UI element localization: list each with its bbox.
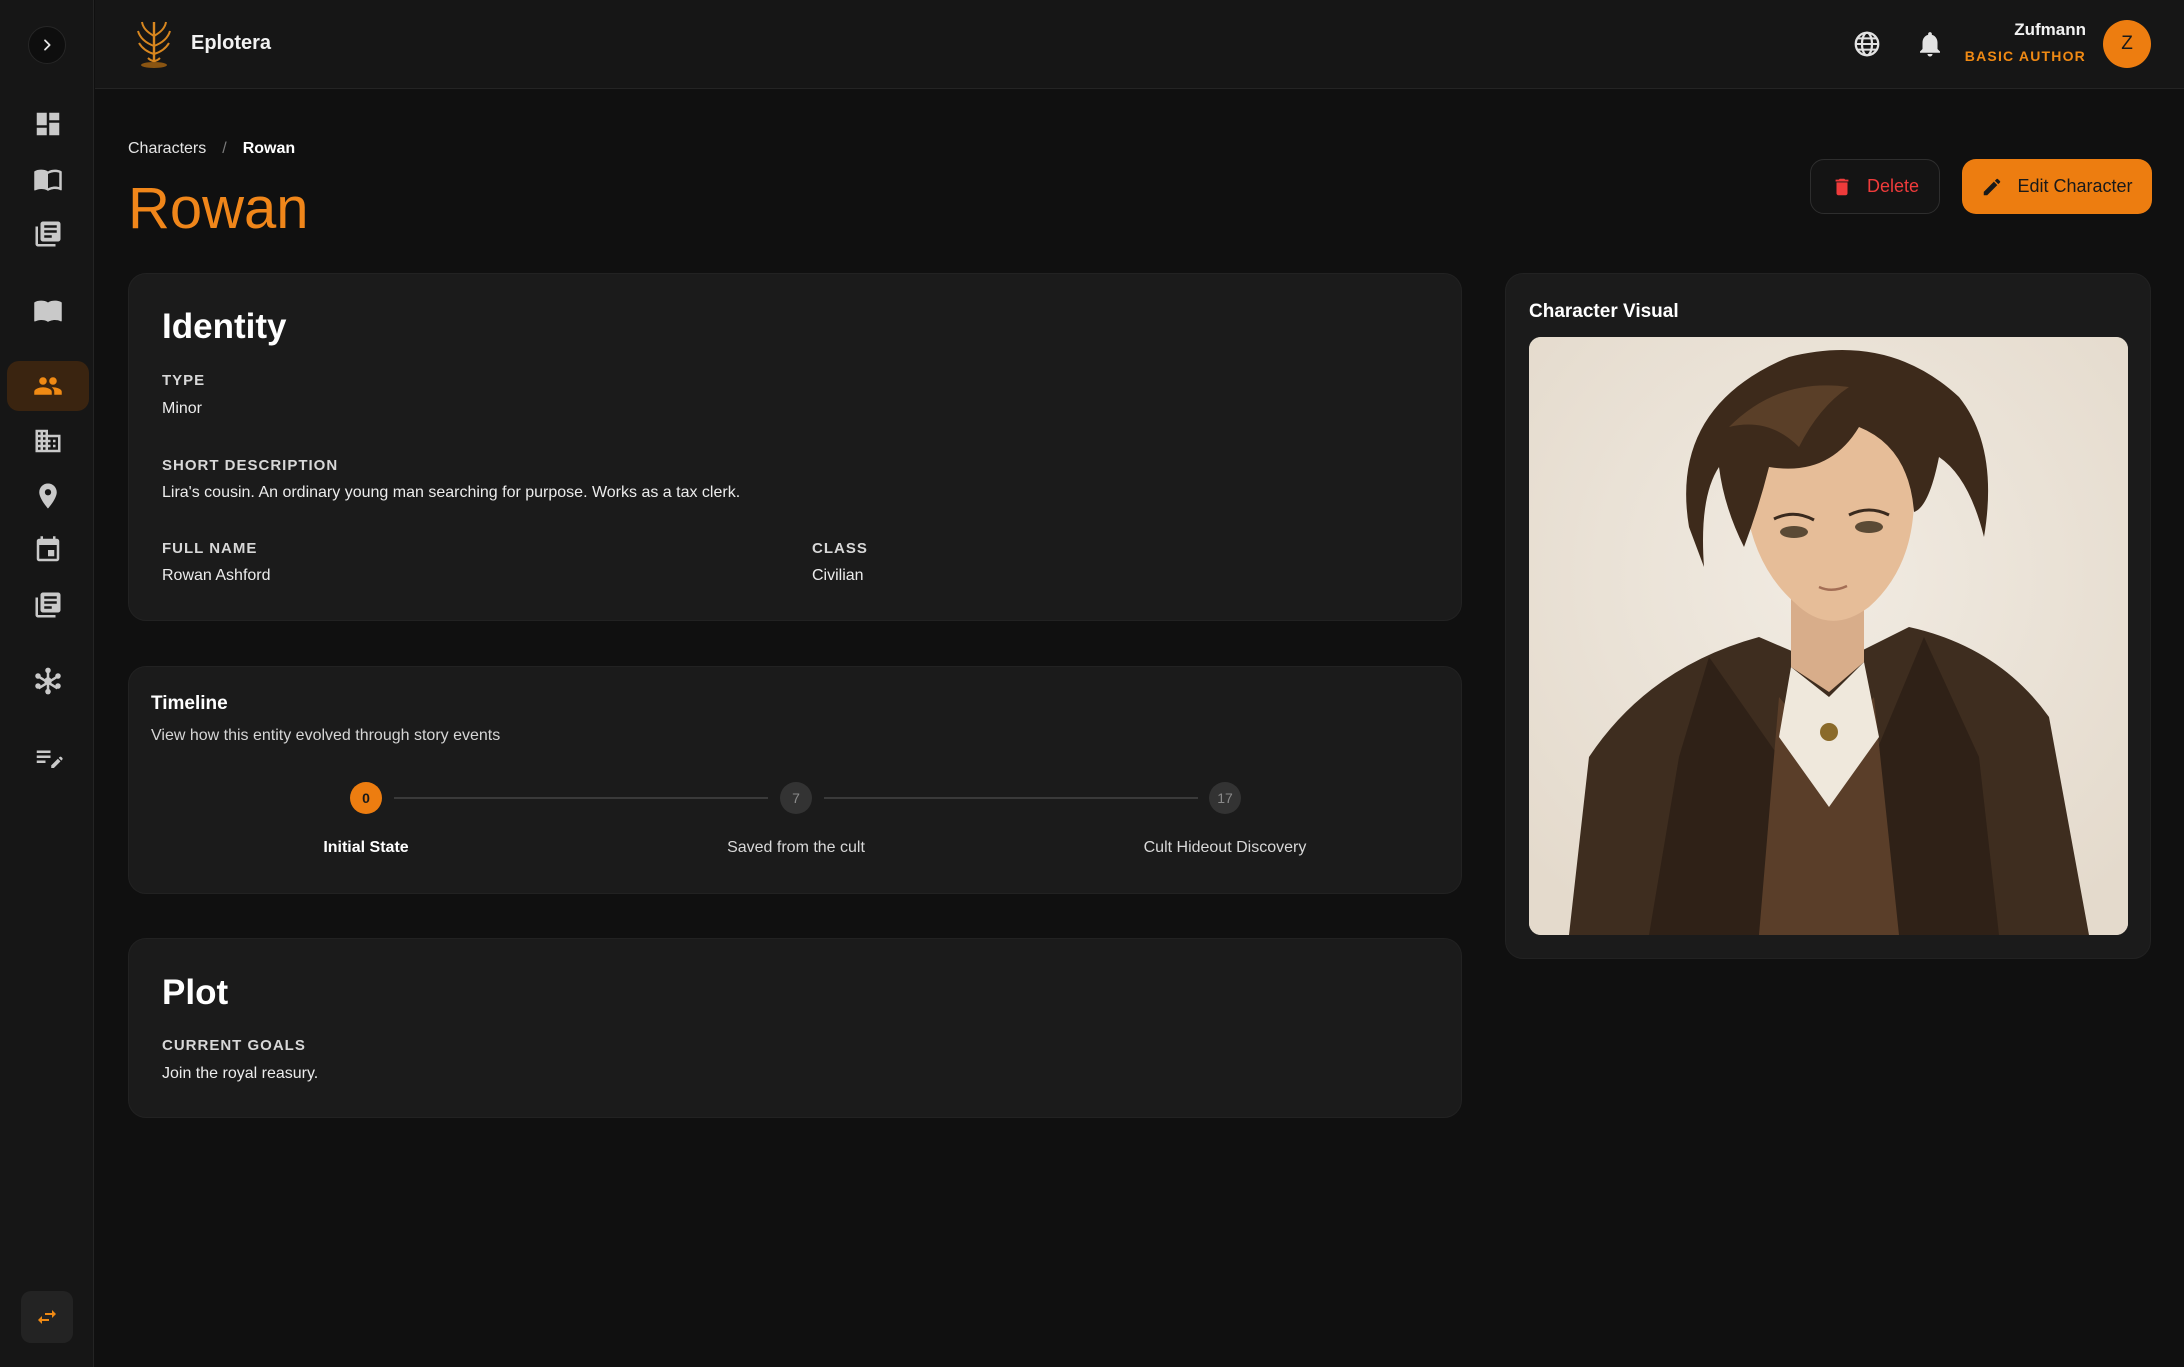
current-goals-label: CURRENT GOALS — [162, 1037, 306, 1054]
current-goals-value: Join the royal reasury. — [162, 1065, 319, 1082]
people-icon — [34, 377, 62, 395]
sidebar-item-locations[interactable] — [7, 471, 89, 521]
timeline-connector — [824, 797, 1198, 799]
timeline-connector — [394, 797, 768, 799]
breadcrumb: Characters / Rowan — [128, 140, 295, 158]
switch-project-button[interactable] — [21, 1291, 73, 1343]
avatar[interactable]: Z — [2103, 20, 2151, 68]
app-name: Eplotera — [191, 32, 272, 54]
timeline-node[interactable]: 0 — [350, 782, 382, 814]
book-open-icon — [34, 169, 62, 191]
delete-button[interactable]: Delete — [1810, 159, 1940, 214]
timeline-event-label[interactable]: Cult Hideout Discovery — [1095, 839, 1355, 857]
edit-list-icon — [36, 750, 63, 768]
swap-icon — [38, 1310, 56, 1324]
top-header: Eplotera Zufmann BASIC AUTHOR Z — [95, 0, 2184, 89]
full-name-label: FULL NAME — [162, 540, 258, 557]
book-icon — [34, 300, 62, 322]
short-description-value: Lira's cousin. An ordinary young man sea… — [162, 484, 741, 501]
delete-button-label: Delete — [1866, 176, 1920, 196]
character-portrait-image — [1529, 337, 2128, 935]
globe-icon — [1854, 31, 1880, 57]
pencil-icon — [1984, 178, 2001, 195]
timeline-node[interactable]: 17 — [1209, 782, 1241, 814]
timeline-node[interactable]: 7 — [780, 782, 812, 814]
timeline-event-label[interactable]: Initial State — [236, 839, 496, 857]
page-title: Rowan — [128, 176, 309, 241]
timeline-event-label[interactable]: Saved from the cult — [666, 839, 926, 857]
sidebar-item-events[interactable] — [7, 525, 89, 575]
sidebar-item-drafts[interactable] — [7, 733, 89, 783]
class-label: CLASS — [812, 540, 868, 557]
timeline-heading: Timeline — [151, 693, 228, 714]
sidebar-item-graph[interactable] — [7, 656, 89, 706]
library-icon — [35, 221, 61, 247]
edit-character-button[interactable]: Edit Character — [1962, 159, 2152, 214]
language-button[interactable] — [1852, 29, 1882, 59]
building-icon — [35, 429, 61, 453]
sidebar — [0, 0, 94, 1367]
sidebar-item-notes[interactable] — [7, 580, 89, 630]
sidebar-item-organizations[interactable] — [7, 416, 89, 466]
breadcrumb-characters-link[interactable]: Characters — [128, 140, 206, 158]
trash-icon — [1835, 178, 1849, 195]
type-label: TYPE — [162, 372, 206, 389]
sidebar-item-lore[interactable] — [7, 285, 89, 335]
sidebar-item-dashboard[interactable] — [7, 99, 89, 149]
user-name: Zufmann — [2014, 20, 2086, 39]
character-visual-heading: Character Visual — [1529, 301, 1679, 322]
library-icon — [35, 592, 61, 618]
calendar-icon — [36, 536, 60, 562]
timeline-card: Timeline View how this entity evolved th… — [128, 666, 1462, 894]
sidebar-toggle-button[interactable] — [28, 26, 66, 64]
full-name-value: Rowan Ashford — [162, 567, 271, 584]
network-icon — [35, 667, 61, 695]
app-logo-icon — [137, 21, 171, 68]
chevron-right-icon — [44, 39, 51, 51]
edit-character-button-label: Edit Character — [2017, 176, 2133, 196]
identity-card: Identity TYPE Minor SHORT DESCRIPTION Li… — [128, 273, 1462, 621]
type-value: Minor — [162, 400, 203, 417]
location-pin-icon — [39, 483, 57, 509]
short-description-label: SHORT DESCRIPTION — [162, 457, 339, 474]
sidebar-item-chapters[interactable] — [7, 209, 89, 259]
bell-icon — [1920, 32, 1940, 57]
class-value: Civilian — [812, 567, 864, 584]
breadcrumb-separator: / — [222, 140, 227, 157]
identity-heading: Identity — [162, 307, 287, 346]
sidebar-item-stories[interactable] — [7, 154, 89, 204]
breadcrumb-current: Rowan — [242, 140, 296, 157]
plot-heading: Plot — [162, 973, 229, 1012]
plot-card: Plot CURRENT GOALS Join the royal reasur… — [128, 938, 1462, 1118]
timeline-subtitle: View how this entity evolved through sto… — [151, 727, 501, 744]
user-role-badge: BASIC AUTHOR — [1964, 48, 2086, 64]
sidebar-item-characters[interactable] — [7, 361, 89, 411]
dashboard-icon — [36, 112, 60, 136]
notifications-button[interactable] — [1915, 29, 1945, 59]
